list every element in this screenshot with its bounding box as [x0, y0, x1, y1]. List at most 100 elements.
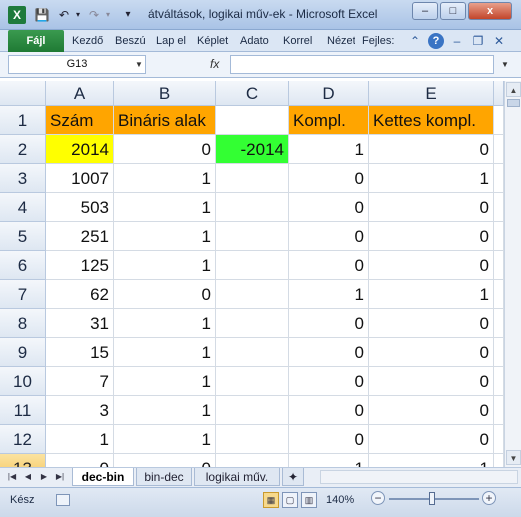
cell-e8[interactable]: 0 — [369, 309, 494, 338]
file-tab[interactable]: Fájl — [8, 30, 64, 52]
sheet-tab-dec-bin[interactable]: dec-bin — [72, 468, 134, 486]
tab-page-layout[interactable]: Lap el — [156, 30, 188, 52]
cell-f6[interactable] — [494, 251, 504, 280]
cell-d5[interactable]: 0 — [289, 222, 369, 251]
cell-d1[interactable]: Kompl. — [289, 106, 369, 135]
cell-b6[interactable]: 1 — [114, 251, 216, 280]
macro-record-icon[interactable] — [56, 494, 70, 506]
cell-e9[interactable]: 0 — [369, 338, 494, 367]
customize-dropdown-icon[interactable]: ▾ — [120, 7, 136, 23]
cell-a7[interactable]: 62 — [46, 280, 114, 309]
cell-f4[interactable] — [494, 193, 504, 222]
ribbon-collapse-icon[interactable]: ⌃ — [407, 33, 423, 49]
sheet-tab-bin-dec[interactable]: bin-dec — [136, 468, 192, 486]
insert-function-icon[interactable]: fx — [210, 55, 226, 74]
cell-a6[interactable]: 125 — [46, 251, 114, 280]
zoom-out-button[interactable]: − — [371, 491, 385, 505]
window-restore-icon[interactable]: ❐ — [470, 33, 486, 49]
cell-d10[interactable]: 0 — [289, 367, 369, 396]
cell-a4[interactable]: 503 — [46, 193, 114, 222]
undo-dropdown-icon[interactable]: ▾ — [70, 7, 86, 23]
cell-b11[interactable]: 1 — [114, 396, 216, 425]
cell-f3[interactable] — [494, 164, 504, 193]
cell-d3[interactable]: 0 — [289, 164, 369, 193]
row-header[interactable]: 8 — [0, 309, 46, 338]
scroll-up-icon[interactable]: ▲ — [506, 82, 521, 97]
scroll-down-icon[interactable]: ▼ — [506, 450, 521, 465]
redo-dropdown-icon[interactable]: ▾ — [100, 7, 116, 23]
window-minimize-icon[interactable]: – — [449, 33, 465, 49]
row-header[interactable]: 11 — [0, 396, 46, 425]
column-header-d[interactable]: D — [289, 81, 369, 106]
cell-f10[interactable] — [494, 367, 504, 396]
column-header-e[interactable]: E — [369, 81, 494, 106]
cell-f11[interactable] — [494, 396, 504, 425]
row-header[interactable]: 5 — [0, 222, 46, 251]
name-box[interactable]: G13 — [8, 55, 146, 74]
cell-c10[interactable] — [216, 367, 289, 396]
tab-home[interactable]: Kezdő — [72, 30, 106, 52]
cell-a10[interactable]: 7 — [46, 367, 114, 396]
cell-c11[interactable] — [216, 396, 289, 425]
name-box-dropdown-icon[interactable]: ▼ — [132, 55, 146, 74]
column-header-a[interactable]: A — [46, 81, 114, 106]
cell-c12[interactable] — [216, 425, 289, 454]
cell-d7[interactable]: 1 — [289, 280, 369, 309]
row-header[interactable]: 3 — [0, 164, 46, 193]
prev-sheet-icon[interactable]: ◀ — [22, 470, 34, 484]
cell-b2[interactable]: 0 — [114, 135, 216, 164]
cell-e4[interactable]: 0 — [369, 193, 494, 222]
cell-b5[interactable]: 1 — [114, 222, 216, 251]
cell-a9[interactable]: 15 — [46, 338, 114, 367]
cell-b10[interactable]: 1 — [114, 367, 216, 396]
tab-data[interactable]: Adato — [240, 30, 272, 52]
help-icon[interactable]: ? — [428, 33, 444, 49]
cell-c2[interactable]: -2014 — [216, 135, 289, 164]
row-header[interactable]: 10 — [0, 367, 46, 396]
row-header[interactable]: 6 — [0, 251, 46, 280]
cell-e3[interactable]: 1 — [369, 164, 494, 193]
cell-c4[interactable] — [216, 193, 289, 222]
close-button[interactable]: x — [468, 2, 512, 20]
cell-e7[interactable]: 1 — [369, 280, 494, 309]
cell-c8[interactable] — [216, 309, 289, 338]
next-sheet-icon[interactable]: ▶ — [38, 470, 50, 484]
cell-b4[interactable]: 1 — [114, 193, 216, 222]
cell-e5[interactable]: 0 — [369, 222, 494, 251]
insert-sheet-icon[interactable]: ✦ — [282, 468, 304, 486]
cell-d9[interactable]: 0 — [289, 338, 369, 367]
cell-c6[interactable] — [216, 251, 289, 280]
cell-a3[interactable]: 1007 — [46, 164, 114, 193]
worksheet-grid[interactable]: A B C D E 1 Szám Bináris alak Kompl. Kettes kompl… — [0, 81, 504, 483]
maximize-button[interactable]: □ — [440, 2, 466, 20]
horizontal-scrollbar[interactable] — [320, 470, 518, 484]
tab-developer[interactable]: Fejles: — [362, 30, 400, 52]
excel-icon[interactable]: X — [8, 6, 26, 24]
cell-f12[interactable] — [494, 425, 504, 454]
row-header[interactable]: 12 — [0, 425, 46, 454]
cell-b3[interactable]: 1 — [114, 164, 216, 193]
cell-f2[interactable] — [494, 135, 504, 164]
sheet-tab-logikai[interactable]: logikai műv. — [194, 468, 280, 486]
zoom-in-button[interactable]: + — [482, 491, 496, 505]
cell-c9[interactable] — [216, 338, 289, 367]
cell-f7[interactable] — [494, 280, 504, 309]
row-header[interactable]: 4 — [0, 193, 46, 222]
tab-insert[interactable]: Beszú — [115, 30, 147, 52]
cell-b12[interactable]: 1 — [114, 425, 216, 454]
tab-view[interactable]: Nézet — [327, 30, 355, 52]
cell-a8[interactable]: 31 — [46, 309, 114, 338]
cell-a11[interactable]: 3 — [46, 396, 114, 425]
cell-c3[interactable] — [216, 164, 289, 193]
cell-f9[interactable] — [494, 338, 504, 367]
cell-e11[interactable]: 0 — [369, 396, 494, 425]
cell-b1[interactable]: Bináris alak — [114, 106, 216, 135]
cell-a5[interactable]: 251 — [46, 222, 114, 251]
cell-e2[interactable]: 0 — [369, 135, 494, 164]
minimize-button[interactable]: – — [412, 2, 438, 20]
cell-c1[interactable] — [216, 106, 289, 135]
tab-review[interactable]: Korrel — [283, 30, 315, 52]
cell-b9[interactable]: 1 — [114, 338, 216, 367]
column-header-c[interactable]: C — [216, 81, 289, 106]
row-header[interactable]: 2 — [0, 135, 46, 164]
